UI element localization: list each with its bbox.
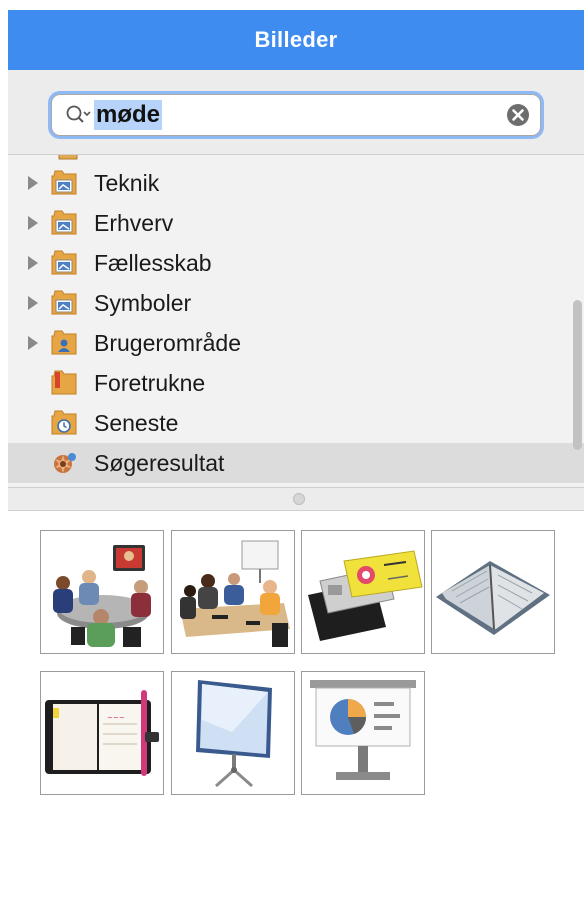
- disclosure-triangle-icon[interactable]: [26, 215, 40, 231]
- panel-title: Billeder: [254, 27, 338, 52]
- disclosure-triangle-icon[interactable]: [26, 295, 40, 311]
- tree-item-foretrukne[interactable]: Foretrukne: [8, 363, 584, 403]
- tree-item-faellesskab[interactable]: Fællesskab: [8, 243, 584, 283]
- result-thumbnail[interactable]: [40, 530, 164, 654]
- tree-item-label: Seneste: [94, 409, 179, 436]
- tree-item-seneste[interactable]: Seneste: [8, 403, 584, 443]
- pane-splitter[interactable]: [8, 487, 584, 511]
- svg-text:~~~: ~~~: [107, 714, 125, 722]
- disclosure-triangle-icon[interactable]: [26, 335, 40, 351]
- tree-item-teknik[interactable]: Teknik: [8, 163, 584, 203]
- tree-item-symboler[interactable]: Symboler: [8, 283, 584, 323]
- tree-item-label: Teknik: [94, 169, 160, 196]
- tree-item-label: Fællesskab: [94, 249, 212, 276]
- tree-item-label: Søgeresultat: [94, 449, 225, 476]
- folder-favorites-icon: [51, 370, 77, 395]
- tree-scrollbar[interactable]: [573, 300, 582, 450]
- search-query-text[interactable]: møde: [94, 100, 163, 130]
- result-thumbnail[interactable]: ~~~: [40, 671, 164, 795]
- planner-icon: ~~~: [45, 690, 159, 776]
- result-thumbnail[interactable]: [301, 530, 425, 654]
- business-cards-icon: [308, 550, 423, 641]
- folder-image-icon: [51, 250, 77, 275]
- folder-image-icon: [51, 170, 77, 195]
- category-tree[interactable]: Teknik Erhverv Fællesskab Symboler Bruge…: [8, 155, 584, 487]
- folder-image-icon: [58, 155, 78, 160]
- tree-item-soegeresultat[interactable]: Søgeresultat: [8, 443, 584, 483]
- folder-recent-icon: [51, 410, 77, 435]
- disclosure-triangle-icon[interactable]: [26, 175, 40, 191]
- folder-user-icon: [51, 330, 77, 355]
- projection-screen-icon: [196, 680, 272, 788]
- result-thumbnail[interactable]: [171, 671, 295, 795]
- tree-item-label: Erhverv: [94, 209, 174, 236]
- tree-item-label: Symboler: [94, 289, 192, 316]
- tree-item-erhverv[interactable]: Erhverv: [8, 203, 584, 243]
- search-field[interactable]: møde: [51, 94, 541, 136]
- clear-search-icon[interactable]: [506, 103, 530, 127]
- result-thumbnail[interactable]: [301, 671, 425, 795]
- splitter-handle-icon[interactable]: [293, 493, 305, 505]
- panel-header: Billeder: [8, 10, 584, 70]
- result-thumbnail[interactable]: [431, 530, 555, 654]
- tree-item-brugeromraade[interactable]: Brugerområde: [8, 323, 584, 363]
- meeting-presentation-icon: [180, 540, 290, 647]
- search-icon[interactable]: [64, 101, 92, 129]
- folder-image-icon: [51, 290, 77, 315]
- disclosure-triangle-icon[interactable]: [26, 255, 40, 271]
- result-thumbnail[interactable]: [171, 530, 295, 654]
- tree-item-label: Foretrukne: [94, 369, 206, 396]
- folder-image-icon: [51, 210, 77, 235]
- notebook-icon: [436, 561, 550, 635]
- meeting-videoconference-icon: [53, 545, 151, 647]
- search-result-icon: [54, 453, 76, 473]
- presentation-pie-chart-icon: [310, 680, 416, 780]
- tree-item-label: Brugerområde: [94, 329, 242, 356]
- search-area: møde: [8, 70, 584, 155]
